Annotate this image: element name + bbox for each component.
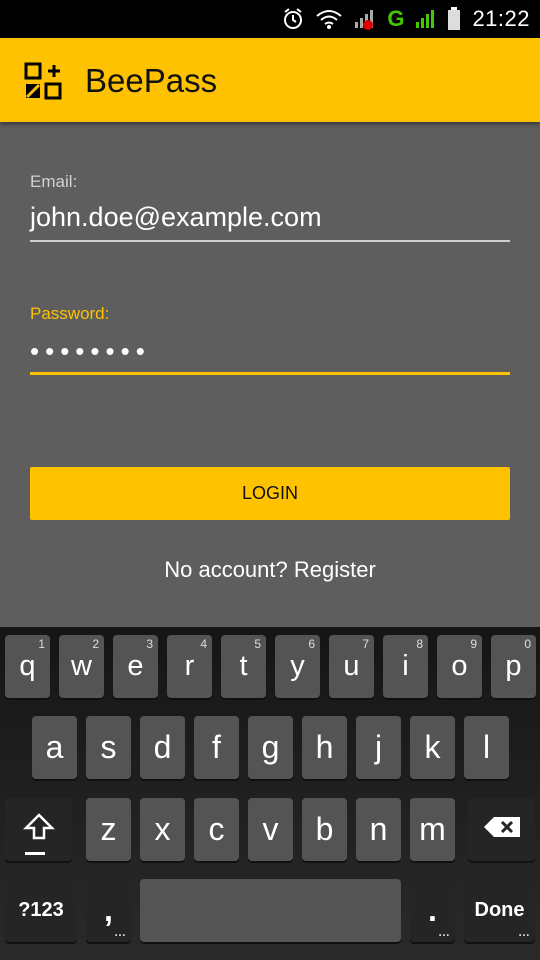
key-r[interactable]: 4r [167, 635, 212, 698]
key-w-label: w [71, 650, 92, 682]
email-field[interactable]: john.doe@example.com [30, 202, 510, 242]
key-d[interactable]: d [140, 716, 185, 779]
key-e-number: 3 [146, 637, 153, 651]
more-options-icon: … [438, 925, 450, 939]
status-icons: G 21:22 [281, 0, 530, 38]
shift-indicator [25, 852, 45, 855]
key-i-label: i [402, 650, 409, 682]
more-options-icon: … [114, 925, 126, 939]
password-field[interactable]: •••••••• [30, 336, 510, 375]
more-options-icon: … [518, 925, 530, 939]
key-w-number: 2 [92, 637, 99, 651]
battery-icon [446, 6, 462, 32]
key-w[interactable]: 2w [59, 635, 104, 698]
key-u-number: 7 [362, 637, 369, 651]
password-label: Password: [30, 304, 110, 323]
key-l[interactable]: l [464, 716, 509, 779]
alarm-icon [281, 7, 305, 31]
key-z[interactable]: z [86, 798, 131, 861]
comma-label: , [104, 892, 113, 928]
key-y[interactable]: 6y [275, 635, 320, 698]
key-a[interactable]: a [32, 716, 77, 779]
key-b[interactable]: b [302, 798, 347, 861]
key-s[interactable]: s [86, 716, 131, 779]
key-y-number: 6 [308, 637, 315, 651]
key-v[interactable]: v [248, 798, 293, 861]
shift-icon [22, 812, 55, 848]
key-k[interactable]: k [410, 716, 455, 779]
wifi-icon [315, 7, 343, 31]
key-t-number: 5 [254, 637, 261, 651]
status-bar: G 21:22 [0, 0, 540, 38]
key-y-label: y [290, 650, 305, 682]
key-q-label: q [19, 650, 36, 682]
comma-key[interactable]: , … [86, 879, 131, 942]
key-i-number: 8 [416, 637, 423, 651]
key-x[interactable]: x [140, 798, 185, 861]
key-h[interactable]: h [302, 716, 347, 779]
onscreen-keyboard: 1q 2w 3e 4r 5t 6y 7u 8i 9o 0p a s d f g … [0, 627, 540, 960]
beepass-logo-icon [24, 62, 62, 100]
key-f[interactable]: f [194, 716, 239, 779]
key-c[interactable]: c [194, 798, 239, 861]
network-type-indicator: G [387, 6, 405, 31]
key-q[interactable]: 1q [5, 635, 50, 698]
key-e[interactable]: 3e [113, 635, 158, 698]
key-n[interactable]: n [356, 798, 401, 861]
done-key[interactable]: Done … [464, 879, 535, 942]
email-label: Email: [30, 172, 78, 191]
clock-time: 21:22 [472, 6, 530, 31]
key-i[interactable]: 8i [383, 635, 428, 698]
signal-disabled-icon [353, 7, 377, 31]
login-button[interactable]: LOGIN [30, 467, 510, 520]
key-e-label: e [127, 650, 144, 682]
key-u[interactable]: 7u [329, 635, 374, 698]
key-m[interactable]: m [410, 798, 455, 861]
key-u-label: u [343, 650, 360, 682]
space-key[interactable] [140, 879, 401, 942]
login-form: Email: john.doe@example.com Password: ••… [0, 122, 540, 627]
period-key[interactable]: . … [410, 879, 455, 942]
key-j[interactable]: j [356, 716, 401, 779]
key-g[interactable]: g [248, 716, 293, 779]
key-p-number: 0 [524, 637, 531, 651]
app-bar: BeePass [0, 38, 540, 122]
key-q-number: 1 [38, 637, 45, 651]
backspace-key[interactable] [468, 798, 535, 861]
key-o-label: o [451, 650, 468, 682]
shift-key[interactable] [5, 798, 72, 861]
key-r-number: 4 [200, 637, 207, 651]
key-p-label: p [505, 650, 522, 682]
key-r-label: r [184, 650, 195, 682]
symbols-key[interactable]: ?123 [5, 879, 77, 942]
key-p[interactable]: 0p [491, 635, 536, 698]
period-label: . [428, 892, 437, 928]
register-link[interactable]: No account? Register [0, 557, 540, 583]
signal-strength-icon [414, 7, 436, 31]
key-o[interactable]: 9o [437, 635, 482, 698]
key-t[interactable]: 5t [221, 635, 266, 698]
app-title: BeePass [85, 62, 218, 99]
backspace-icon [482, 815, 522, 845]
key-t-label: t [239, 650, 248, 682]
done-label: Done [474, 899, 525, 921]
key-o-number: 9 [470, 637, 477, 651]
